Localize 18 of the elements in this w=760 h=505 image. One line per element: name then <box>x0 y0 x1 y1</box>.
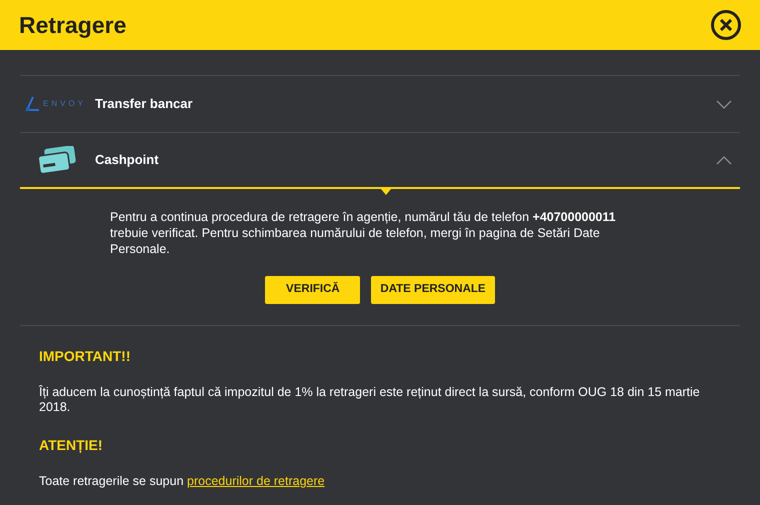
pointer-icon <box>381 189 391 195</box>
notice-text: Îți aducem la cunoștință faptul că impozitul de 1% la retrageri este reținut direct la sursă, conform OUG 18 din 15 martie 2018. <box>39 385 701 415</box>
close-icon <box>720 19 732 31</box>
action-button[interactable]: DATE PERSONALE <box>371 276 495 304</box>
close-button[interactable] <box>711 10 741 40</box>
envoy-logo: ENVOY <box>25 96 95 112</box>
action-button[interactable]: VERIFICĂ <box>265 276 360 304</box>
chevron-down-icon <box>716 100 732 108</box>
procedures-link[interactable]: procedurilor de retragere <box>187 474 325 488</box>
accordion-header[interactable]: ENVOY Transfer bancar <box>20 76 740 132</box>
verification-message: Pentru a continua procedura de retragere în agenție, numărul tău de telefon +40700000011 trebuie verificat. Pentru schimbarea numărului de telefon, mergi în pagina de Setări Date Personale. <box>110 209 617 257</box>
chevron-up-icon <box>716 156 732 164</box>
window-title: Retragere <box>19 10 126 40</box>
notice-heading: ATENȚIE! <box>39 436 104 456</box>
accordion-header[interactable]: Cashpoint <box>20 133 740 189</box>
notice-text: Toate retragerile se supun procedurilor de retragere <box>39 474 326 489</box>
notice-heading: IMPORTANT!! <box>39 347 132 366</box>
cards-icon <box>37 146 77 174</box>
